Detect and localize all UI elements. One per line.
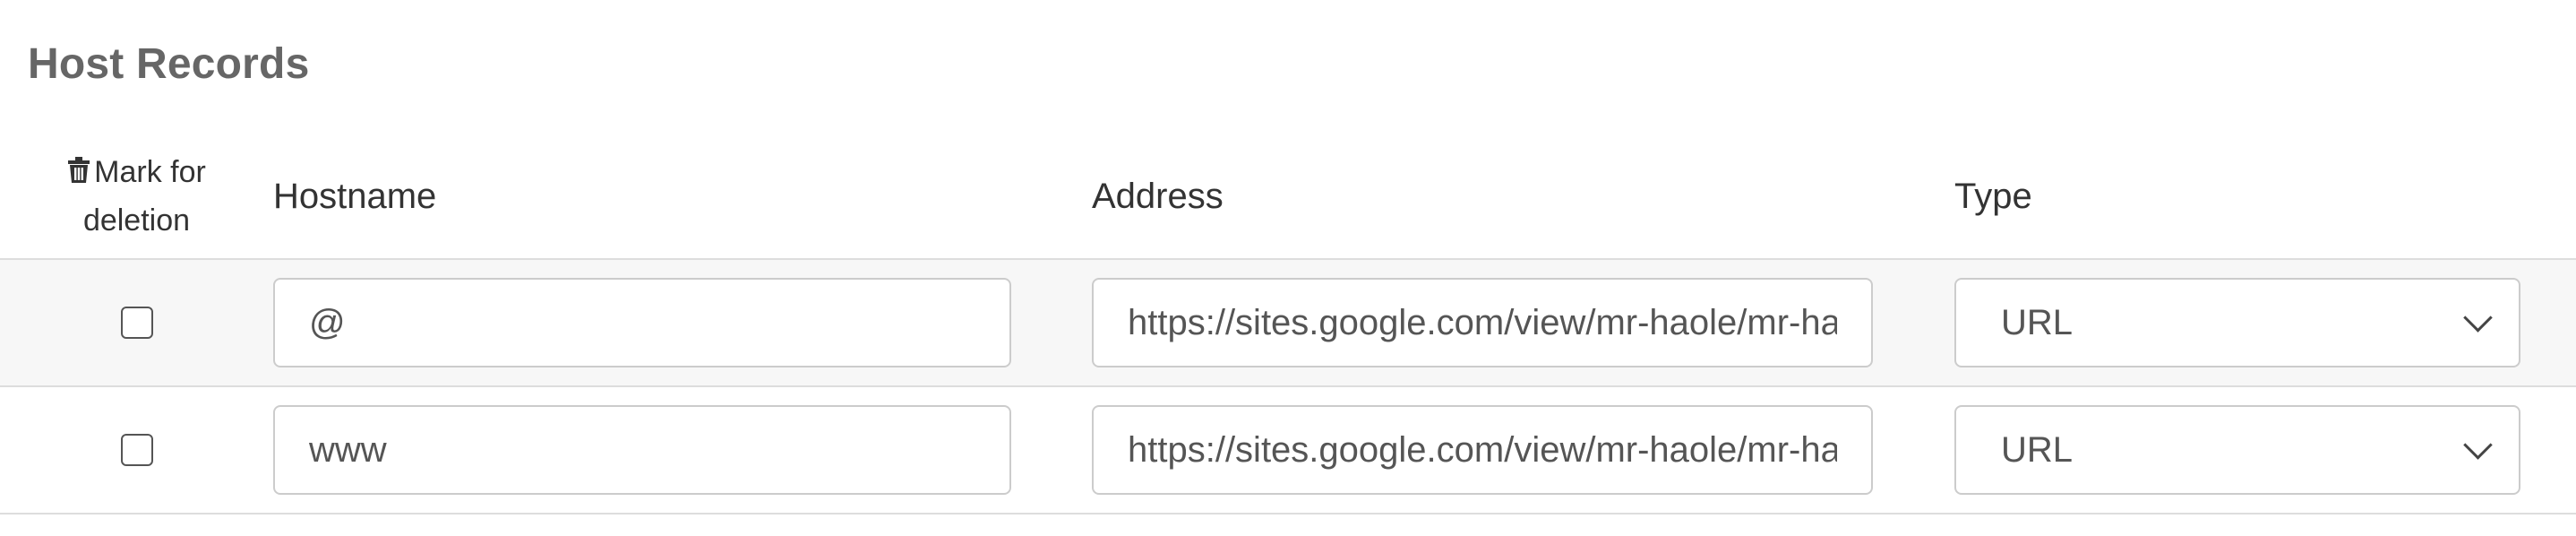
chevron-down-icon [2463,429,2493,460]
table-header-row: Mark for deletion Hostname Address Type [0,134,2576,260]
address-cell [1092,259,1954,387]
record-type-select[interactable]: URL [1954,405,2520,495]
record-type-value: URL [2001,429,2074,470]
table-row: URL [0,259,2576,387]
section-title: Host Records [28,40,310,88]
hostname-cell [273,259,1092,387]
hostname-cell [273,386,1092,514]
mark-for-deletion-checkbox[interactable] [120,307,153,339]
table-row: URL [0,386,2576,514]
delete-cell [0,259,273,387]
record-type-value: URL [2001,302,2074,342]
chevron-down-icon [2463,302,2493,333]
type-cell: URL [1954,259,2576,387]
mark-for-deletion-checkbox[interactable] [120,434,153,466]
header-delete-line1: Mark for [94,155,206,189]
record-type-select[interactable]: URL [1954,278,2520,367]
address-cell [1092,386,1954,514]
delete-cell [0,386,273,514]
type-cell: URL [1954,386,2576,514]
address-input[interactable] [1092,405,1873,495]
trash-icon [67,151,90,197]
host-records-table: Mark for deletion Hostname Address Type … [0,134,2576,514]
header-address: Address [1092,134,1954,260]
header-mark-for-deletion: Mark for deletion [0,134,273,260]
hostname-input[interactable] [273,278,1011,367]
address-input[interactable] [1092,278,1873,367]
header-type: Type [1954,134,2576,260]
hostname-input[interactable] [273,405,1011,495]
header-hostname: Hostname [273,134,1092,260]
header-delete-line2: deletion [82,203,191,238]
